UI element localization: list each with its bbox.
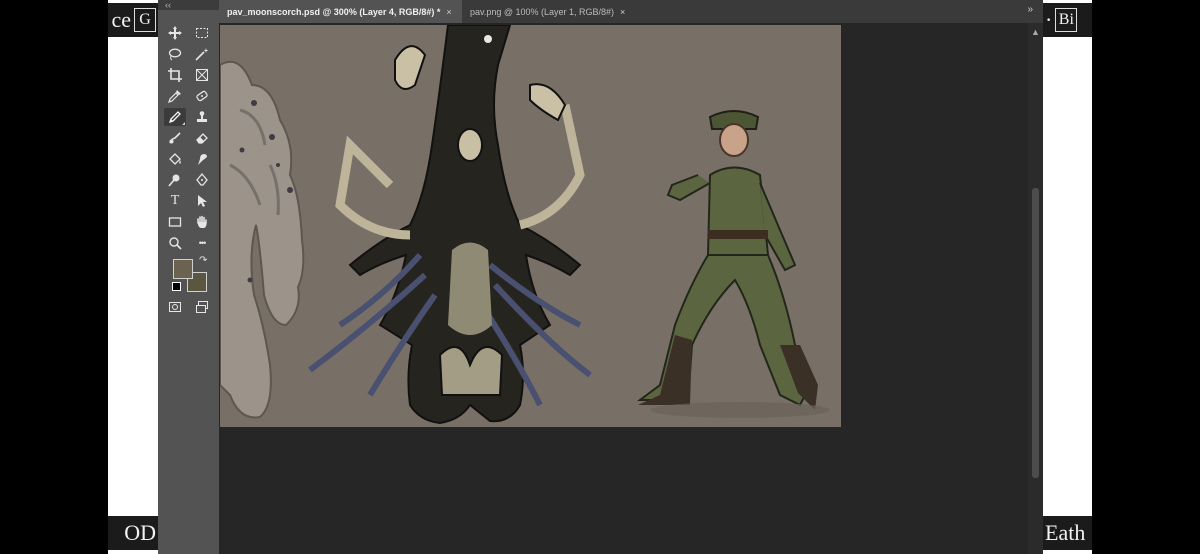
dodge-tool[interactable]: [164, 171, 186, 189]
smudge-finger-icon: [198, 154, 207, 165]
magnifier-icon: [169, 237, 182, 250]
marquee-icon: [196, 28, 208, 38]
tab-overflow-icon[interactable]: »: [1027, 4, 1033, 15]
swap-colors-icon[interactable]: ↷: [199, 255, 207, 266]
foreground-color-swatch[interactable]: [173, 259, 193, 279]
frame-icon: [196, 69, 208, 81]
path-selection-tool[interactable]: [191, 192, 213, 210]
eyedropper-icon: [168, 90, 181, 103]
default-colors-icon[interactable]: [172, 282, 181, 291]
crop-tool[interactable]: [164, 66, 186, 84]
tab-close-icon[interactable]: ×: [446, 7, 451, 17]
vertical-scrollbar[interactable]: ▲: [1028, 23, 1043, 554]
brush-tool[interactable]: [164, 108, 186, 126]
eraser-tool[interactable]: [191, 129, 213, 147]
photoshop-window: ‹‹ T ••• ↷ pav_moonscorch.psd @ 300% (La…: [158, 0, 1043, 554]
quick-mask-icon: [169, 302, 181, 312]
stamp-icon: [197, 111, 207, 122]
paint-bucket-icon: [169, 153, 181, 165]
right-top-glyph: Bi: [1055, 8, 1078, 32]
collapse-toolbar-button[interactable]: ‹‹: [158, 0, 219, 10]
smudge-tool[interactable]: [191, 150, 213, 168]
history-brush-tool[interactable]: [164, 129, 186, 147]
rectangle-icon: [168, 217, 182, 227]
paint-bucket-tool[interactable]: [164, 150, 186, 168]
right-bottom-banner: Eath: [1043, 516, 1092, 550]
right-background-panel: · Bi Eath: [1043, 0, 1092, 554]
rectangular-marquee-tool[interactable]: [191, 24, 213, 42]
hand-tool[interactable]: [191, 213, 213, 231]
type-tool[interactable]: T: [164, 192, 186, 210]
scrollbar-thumb[interactable]: [1032, 188, 1039, 478]
document-tab-active[interactable]: pav_moonscorch.psd @ 300% (Layer 4, RGB/…: [219, 0, 462, 23]
document-tab[interactable]: pav.png @ 100% (Layer 1, RGB/8#) ×: [462, 0, 637, 23]
eraser-icon: [196, 133, 208, 144]
document-tab-bar: pav_moonscorch.psd @ 300% (Layer 4, RGB/…: [219, 0, 1043, 23]
left-bottom-text: OD: [124, 520, 156, 545]
eyedropper-tool[interactable]: [164, 87, 186, 105]
crop-icon: [168, 68, 182, 82]
soldier-figure: [637, 110, 830, 418]
left-top-text: ce: [111, 7, 131, 32]
tab-close-icon[interactable]: ×: [620, 7, 625, 17]
quick-mask-mode-button[interactable]: [164, 298, 186, 316]
clone-stamp-tool[interactable]: [191, 108, 213, 126]
feathered-tree-creature-figure: [308, 25, 592, 425]
tab-label: pav_moonscorch.psd @ 300% (Layer 4, RGB/…: [227, 6, 441, 17]
scroll-up-arrow-icon[interactable]: ▲: [1031, 27, 1040, 37]
left-top-banner: ce G: [108, 3, 158, 37]
document-canvas[interactable]: [220, 25, 841, 427]
pen-tool[interactable]: [191, 171, 213, 189]
zoom-tool[interactable]: [164, 234, 186, 252]
canvas-workspace[interactable]: [219, 23, 1028, 554]
move-icon: [168, 26, 182, 40]
tool-group-indicator: [182, 122, 185, 125]
hand-icon: [197, 215, 207, 228]
pen-nib-icon: [196, 173, 208, 186]
healing-brush-icon: [196, 90, 208, 102]
lasso-icon: [168, 48, 182, 61]
left-bottom-banner: OD: [108, 516, 158, 550]
magic-wand-tool[interactable]: [191, 45, 213, 63]
right-top-text: ·: [1045, 7, 1053, 32]
right-top-banner: · Bi: [1043, 3, 1092, 37]
rectangle-tool[interactable]: [164, 213, 186, 231]
screen-mode-icon: [196, 301, 208, 313]
left-top-glyph: G: [134, 8, 156, 32]
screen-mode-button[interactable]: [191, 298, 213, 316]
more-tools-button[interactable]: •••: [191, 234, 213, 252]
pencil-icon: [168, 111, 181, 124]
artwork-illustration: [220, 25, 830, 425]
frame-tool[interactable]: [191, 66, 213, 84]
history-brush-icon: [169, 132, 181, 144]
muscular-creature-figure: [220, 60, 305, 419]
tab-label: pav.png @ 100% (Layer 1, RGB/8#): [470, 6, 615, 17]
right-bottom-text: Eath: [1045, 520, 1086, 545]
dodge-icon: [168, 174, 180, 187]
left-background-panel: ce G OD: [108, 0, 158, 554]
lasso-tool[interactable]: [164, 45, 186, 63]
magic-wand-icon: [195, 48, 209, 61]
tools-panel: ‹‹ T ••• ↷: [158, 0, 219, 554]
spot-healing-tool[interactable]: [191, 87, 213, 105]
arrow-cursor-icon: [198, 195, 207, 207]
move-tool[interactable]: [164, 24, 186, 42]
